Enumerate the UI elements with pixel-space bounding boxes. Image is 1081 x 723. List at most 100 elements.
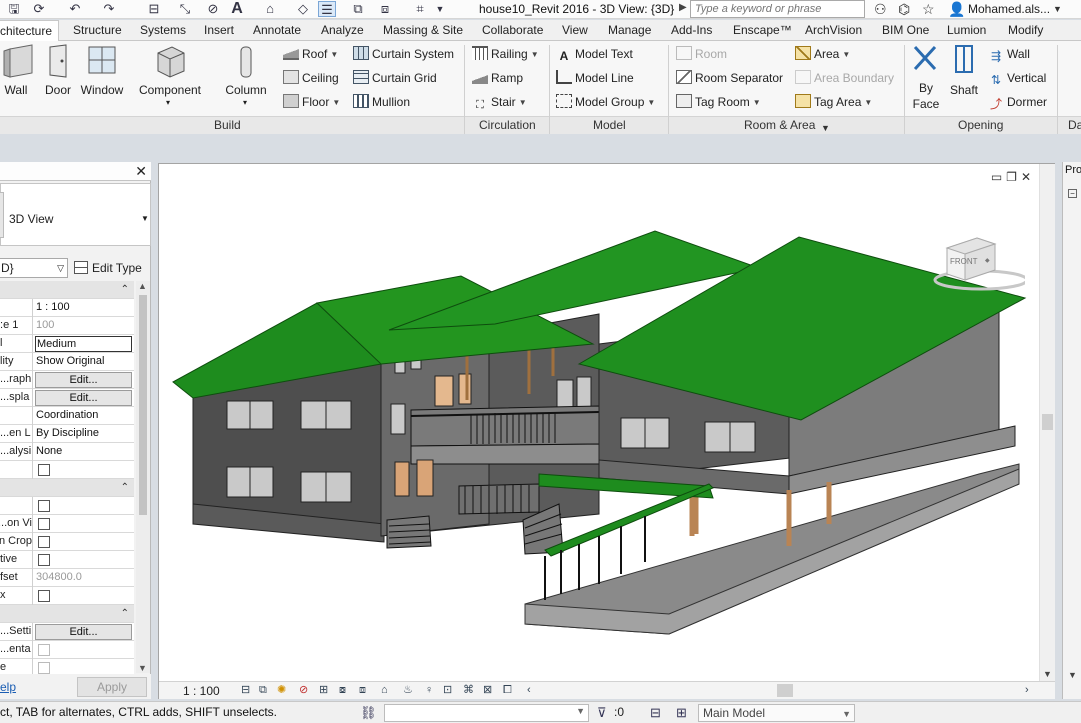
3d-view-canvas[interactable]: ▭❐✕ ◆ FRONT ▼ 1: 100 ⊟ ⧉ ✺ ⊘ ⊞ ⧇ ⧈ ⌂ ♨ … [158,163,1055,699]
highlight-displacement-icon[interactable]: ⊠ [483,683,492,698]
viewcube[interactable]: ◆ FRONT [929,234,1029,292]
property-edit-button[interactable]: Edit... [35,390,132,406]
reveal-hidden-icon[interactable]: ♀ [425,683,433,698]
user-icon[interactable]: 👤 [948,0,965,18]
collapse-group-icon[interactable]: ⌃ [121,479,129,496]
wall-opening-button[interactable]: ⇶ Wall [988,44,1030,64]
property-checkbox[interactable] [38,500,50,512]
property-checkbox[interactable] [38,554,50,566]
ceiling-button[interactable]: Ceiling [283,68,339,88]
tab-manage[interactable]: Manage [608,20,651,41]
scroll-up-icon[interactable]: ▲ [138,281,147,291]
close-icon[interactable]: ✕ [135,163,147,180]
design-option-select[interactable]: Main Model ▼ [698,704,855,722]
property-group-header[interactable]: ⌃ [0,479,134,497]
curtain-grid-button[interactable]: Curtain Grid [353,68,437,88]
property-value[interactable]: 1 : 100 [36,299,133,316]
property-row[interactable]: tive [0,551,134,569]
scroll-down-icon[interactable]: ▼ [1043,669,1052,679]
property-row[interactable]: en L... By Discipline [0,425,134,443]
property-checkbox[interactable] [38,464,50,476]
property-row[interactable]: Setti... Edit... [0,623,134,641]
default-3d-icon[interactable]: ⌗ [410,1,430,17]
editable-only-icon[interactable]: ⊟ [650,705,661,721]
panel-title-model[interactable]: Model [593,117,626,133]
property-value[interactable]: Show Original [36,353,133,370]
thin-lines-icon[interactable]: ☰ [318,1,336,17]
room-area-dropdown-icon[interactable]: ▼ [821,120,830,136]
tab-bim-one[interactable]: BIM One [882,20,929,41]
tab-annotate[interactable]: Annotate [253,20,301,41]
property-checkbox[interactable] [38,644,50,656]
panel-title-opening[interactable]: Opening [958,117,1003,133]
property-row[interactable] [0,461,134,479]
tab-systems[interactable]: Systems [140,20,186,41]
area-boundary-button[interactable]: Area Boundary [795,68,894,88]
property-row[interactable]: 1 : 100 [0,299,134,317]
property-value[interactable]: By Discipline [36,425,133,442]
stair-button[interactable]: ⛶ Stair ▼ [472,92,526,112]
property-group-header[interactable]: ⌃ [0,281,134,299]
property-edit-button[interactable]: Edit... [35,372,132,388]
room-separator-button[interactable]: Room Separator [676,68,783,88]
tab-add-ins[interactable]: Add-Ins [671,20,712,41]
view-vertical-scrollbar[interactable]: ▼ [1039,164,1055,681]
subscription-icon[interactable]: ⌬ [898,0,910,18]
close-hidden-icon[interactable]: ⧉ [350,1,366,17]
crop-view-icon[interactable]: ⧇ [339,683,346,698]
temp-properties-icon[interactable]: ⊡ [443,683,452,698]
3d-view-icon[interactable]: ⌂ [260,1,280,17]
property-value[interactable]: Medium [35,336,132,352]
property-checkbox[interactable] [38,662,50,674]
property-group-header[interactable]: ⌃ [0,605,134,623]
view-horizontal-scrollbar[interactable] [539,683,1029,698]
qat-dropdown-icon[interactable]: ▼ [434,1,446,17]
railing-button[interactable]: Railing ▼ [472,44,539,64]
property-row[interactable]: fset 304800.0 [0,569,134,587]
property-row[interactable]: Coordination [0,407,134,425]
star-icon[interactable]: ☆ [922,0,935,18]
property-row[interactable]: e [0,659,134,674]
tab-view[interactable]: View [562,20,588,41]
property-row[interactable]: x [0,587,134,605]
mullion-button[interactable]: Mullion [353,92,410,112]
user-name[interactable]: Mohamed.als... [968,1,1050,17]
analytical-model-icon[interactable]: ⌘ [463,683,474,698]
property-checkbox[interactable] [38,590,50,602]
binoculars-icon[interactable]: ⚇ [874,0,887,18]
switch-windows-icon[interactable]: ⧈ [375,1,395,17]
model-group-button[interactable]: Model Group ▼ [556,92,655,112]
scrollbar-thumb[interactable] [777,684,793,697]
search-input[interactable] [690,0,865,18]
property-value[interactable]: None [36,443,133,460]
view-scale[interactable]: 1 : 100 [183,683,220,699]
scroll-left-icon[interactable]: ‹ [527,683,531,698]
property-row[interactable]: enta... [0,641,134,659]
chevron-down-icon[interactable]: ▼ [141,214,149,223]
tab-analyze[interactable]: Analyze [321,20,364,41]
save-icon[interactable]: 🖫 [6,1,22,17]
search-expand-icon[interactable]: ▶ [679,2,687,13]
properties-help-link[interactable]: elp [0,680,16,694]
property-row[interactable]: raph... Edit... [0,371,134,389]
sync-icon[interactable]: ⟳ [32,1,46,17]
property-row[interactable]: alysi... None [0,443,134,461]
scrollbar-thumb[interactable] [139,295,147,515]
ramp-button[interactable]: Ramp [472,68,523,88]
lock-view-icon[interactable]: ⌂ [381,683,388,698]
property-row[interactable] [0,497,134,515]
tab-insert[interactable]: Insert [204,20,234,41]
shadows-icon[interactable]: ⊘ [299,683,308,698]
tab-enscape[interactable]: Enscape™ [733,20,792,41]
detail-level-icon[interactable]: ⊟ [241,683,250,698]
collapse-group-icon[interactable]: ⌃ [121,605,129,622]
window-button[interactable]: Window [74,43,130,113]
tab-collaborate[interactable]: Collaborate [482,20,543,41]
tab-architecture[interactable]: chitecture [0,20,60,42]
panel-title-datum[interactable]: Da [1068,117,1081,133]
property-row[interactable]: e 1: 100 [0,317,134,335]
undo-icon[interactable]: ↶ [65,1,85,17]
shaft-button[interactable]: Shaft [942,43,986,113]
edit-type-button[interactable]: Edit Type [74,258,142,278]
property-row[interactable]: lity Show Original [0,353,134,371]
